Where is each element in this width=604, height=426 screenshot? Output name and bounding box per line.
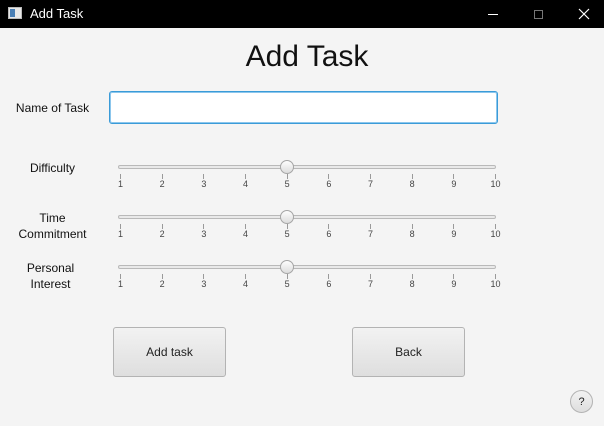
slider-tick-label: 6: [326, 179, 332, 189]
slider-tick-label: 1: [117, 229, 124, 239]
slider-tick-label: 5: [284, 279, 290, 289]
app-icon: [8, 7, 22, 19]
slider-tick-label: 6: [326, 229, 332, 239]
slider-tick-label: 9: [451, 179, 457, 189]
slider-tick-label: 1: [117, 279, 124, 289]
time-commitment-slider[interactable]: 1 2 3 4 5 6 7 8 9 10: [116, 210, 501, 244]
slider-tick-label: 10: [490, 179, 501, 189]
personal-interest-slider[interactable]: 1 2 3 4 5 6 7 8 9 10: [116, 260, 501, 294]
slider-tick-label: 6: [326, 279, 332, 289]
task-name-input[interactable]: [109, 91, 498, 124]
maximize-button[interactable]: [515, 0, 561, 28]
slider-thumb[interactable]: [280, 210, 295, 224]
time-commitment-label-line1: Time: [39, 211, 66, 225]
slider-tick-label: 9: [451, 229, 457, 239]
difficulty-label-text: Difficulty: [29, 161, 76, 175]
minimize-icon: [488, 13, 498, 15]
close-button[interactable]: [561, 0, 604, 28]
name-of-task-label: Name of Task: [15, 101, 90, 115]
difficulty-slider[interactable]: 1 2 3 4 5 6 7 8 9 10: [116, 160, 501, 194]
personal-interest-label-line1: Personal: [26, 261, 75, 275]
slider-tick-label: 10: [490, 279, 501, 289]
slider-tick-label: 7: [367, 229, 374, 239]
add-task-button[interactable]: Add task: [113, 327, 226, 377]
help-button[interactable]: ?: [570, 390, 593, 413]
minimize-button[interactable]: [470, 0, 516, 28]
slider-tick-label: 4: [242, 229, 249, 239]
slider-track[interactable]: [118, 265, 496, 269]
slider-thumb[interactable]: [280, 160, 295, 174]
back-button[interactable]: Back: [352, 327, 465, 377]
slider-thumb[interactable]: [280, 260, 295, 274]
personal-interest-label-line2: Interest: [30, 277, 71, 291]
close-icon: [578, 8, 590, 20]
slider-tick-label: 8: [409, 179, 415, 189]
difficulty-label: Difficulty: [10, 160, 95, 176]
slider-tick-label: 2: [159, 179, 165, 189]
slider-tick-label: 8: [409, 279, 415, 289]
maximize-icon: [533, 9, 543, 19]
slider-tick-label: 9: [451, 279, 457, 289]
slider-tick-label: 3: [201, 279, 207, 289]
slider-track[interactable]: [118, 165, 496, 169]
slider-tick-label: 1: [117, 179, 124, 189]
slider-tick-label: 2: [159, 229, 165, 239]
title-bar: Add Task: [0, 0, 604, 28]
slider-tick-label: 7: [367, 179, 374, 189]
slider-tick-label: 3: [201, 229, 207, 239]
slider-tick-label: 10: [490, 229, 501, 239]
slider-tick-label: 2: [159, 279, 165, 289]
time-commitment-label: Time Commitment: [10, 210, 95, 242]
slider-tick-label: 4: [242, 279, 249, 289]
slider-tick-label: 8: [409, 229, 415, 239]
window-title: Add Task: [30, 6, 84, 21]
time-commitment-label-line2: Commitment: [18, 227, 87, 241]
page-title: Add Task: [245, 40, 369, 73]
slider-tick-label: 3: [201, 179, 207, 189]
personal-interest-label: Personal Interest: [8, 260, 93, 292]
slider-tick-label: 5: [284, 179, 290, 189]
slider-track[interactable]: [118, 215, 496, 219]
slider-tick-label: 4: [242, 179, 249, 189]
slider-tick-label: 5: [284, 229, 290, 239]
slider-tick-label: 7: [367, 279, 374, 289]
